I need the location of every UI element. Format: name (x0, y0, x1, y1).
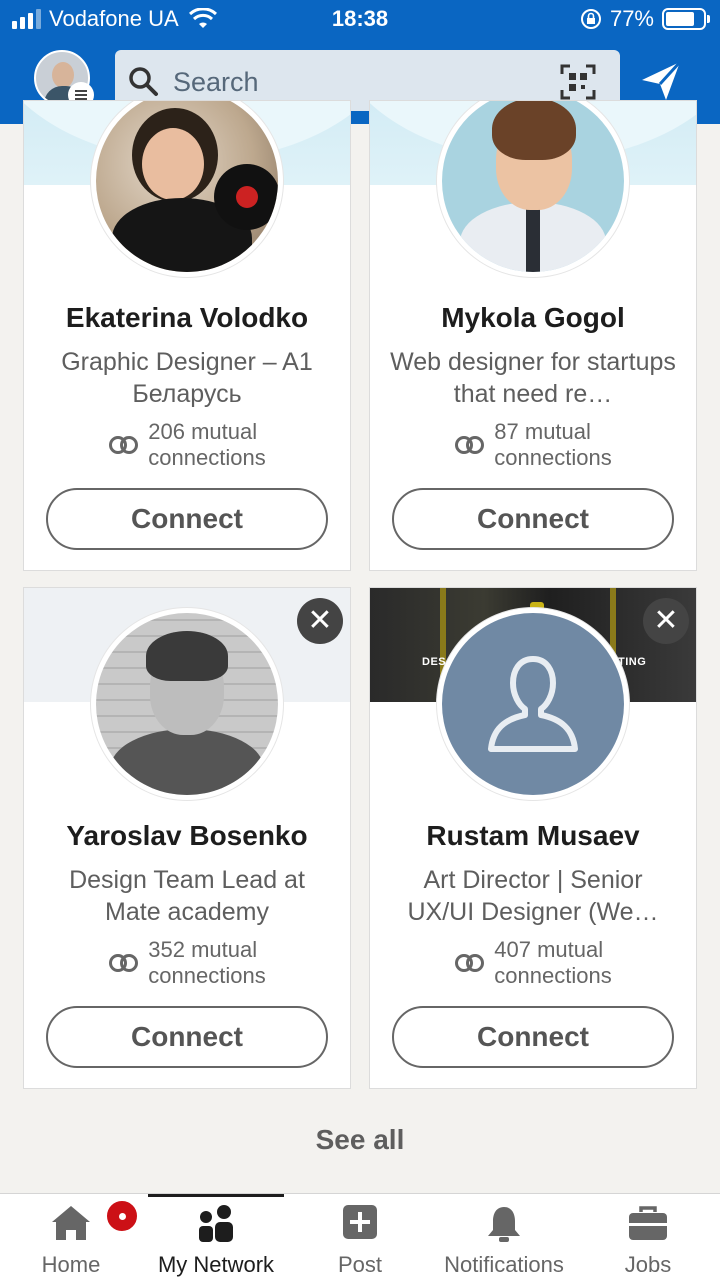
person-name[interactable]: Yaroslav Bosenko (24, 820, 350, 852)
connect-button[interactable]: Connect (46, 1006, 328, 1068)
mutual-label: connections (494, 445, 612, 470)
close-icon: ✕ (653, 604, 679, 637)
suggestion-card[interactable]: ✕ Yaroslav Bosenko Design Team Lead at M… (23, 587, 351, 1089)
mutual-connections-icon (109, 436, 139, 454)
person-headline: Web designer for startups that need re… (390, 348, 676, 408)
person-name[interactable]: Rustam Musaev (370, 820, 696, 852)
profile-photo[interactable] (91, 101, 283, 277)
rotation-lock-icon (580, 9, 601, 29)
tab-post[interactable]: Post (310, 1194, 410, 1280)
mutual-label: connections (494, 963, 612, 988)
person-name[interactable]: Mykola Gogol (370, 302, 696, 334)
tab-label: Home (41, 1252, 101, 1277)
mutual-label: connections (148, 445, 266, 470)
suggestion-card[interactable]: Ekaterina Volodko Graphic Designer – A1 … (23, 100, 351, 571)
mutual-count: 206 mutual (148, 419, 258, 444)
connect-button[interactable]: Connect (392, 488, 674, 550)
tab-label: Post (337, 1252, 383, 1277)
mutual-connections: 206 mutual connections (24, 419, 350, 471)
search-placeholder: Search (173, 67, 259, 97)
suggestion-card[interactable]: DES TING ✕ Rustam Musaev Art Director | … (369, 587, 697, 1089)
profile-photo[interactable] (91, 608, 283, 800)
mutual-count: 407 mutual (494, 937, 604, 962)
tab-jobs[interactable]: Jobs (602, 1194, 694, 1280)
tab-notifications[interactable]: Notifications (432, 1194, 576, 1280)
briefcase-icon (629, 1206, 667, 1240)
see-all-link[interactable]: See all (0, 1124, 720, 1156)
mutual-count: 352 mutual (148, 937, 258, 962)
qr-code-icon[interactable] (560, 64, 596, 100)
mutual-count: 87 mutual (494, 419, 591, 444)
post-plus-icon (343, 1205, 377, 1239)
home-icon (52, 1206, 90, 1240)
battery-icon (662, 8, 710, 30)
person-headline: Design Team Lead at Mate academy (69, 866, 305, 926)
tab-my-network[interactable]: My Network (148, 1194, 284, 1280)
person-headline: Art Director | Senior UX/UI Designer (We… (407, 866, 659, 926)
search-icon (129, 67, 158, 96)
mutual-connections: 87 mutual connections (370, 419, 696, 471)
my-network-icon (199, 1205, 233, 1242)
mutual-connections-icon (455, 436, 485, 454)
mutual-connections: 407 mutual connections (370, 937, 696, 989)
status-bar: Vodafone UA 18:38 77% (0, 0, 720, 40)
tab-label: Jobs (624, 1252, 672, 1277)
dismiss-button[interactable]: ✕ (643, 598, 689, 644)
person-name[interactable]: Ekaterina Volodko (24, 302, 350, 334)
mutual-label: connections (148, 963, 266, 988)
notification-badge (105, 1199, 139, 1233)
connect-button[interactable]: Connect (46, 488, 328, 550)
tab-label: My Network (157, 1252, 275, 1277)
default-avatar-icon (442, 613, 624, 795)
profile-photo[interactable] (437, 608, 629, 800)
tab-label: Notifications (444, 1252, 564, 1277)
battery-percent: 77% (609, 6, 654, 31)
close-icon: ✕ (307, 604, 333, 637)
mutual-connections: 352 mutual connections (24, 937, 350, 989)
messaging-icon[interactable] (640, 60, 682, 102)
mutual-connections-icon (109, 954, 139, 972)
person-headline: Graphic Designer – A1 Беларусь (61, 348, 313, 408)
bottom-navigation: Home My Network Post Notifications Jobs (0, 1193, 720, 1280)
connect-button[interactable]: Connect (392, 1006, 674, 1068)
tab-home[interactable]: Home (20, 1194, 139, 1280)
suggestion-card[interactable]: Mykola Gogol Web designer for startups t… (369, 100, 697, 571)
mutual-connections-icon (455, 954, 485, 972)
status-right: 77% (580, 6, 710, 32)
dismiss-button[interactable]: ✕ (297, 598, 343, 644)
bell-icon (488, 1207, 520, 1242)
profile-photo[interactable] (437, 101, 629, 277)
